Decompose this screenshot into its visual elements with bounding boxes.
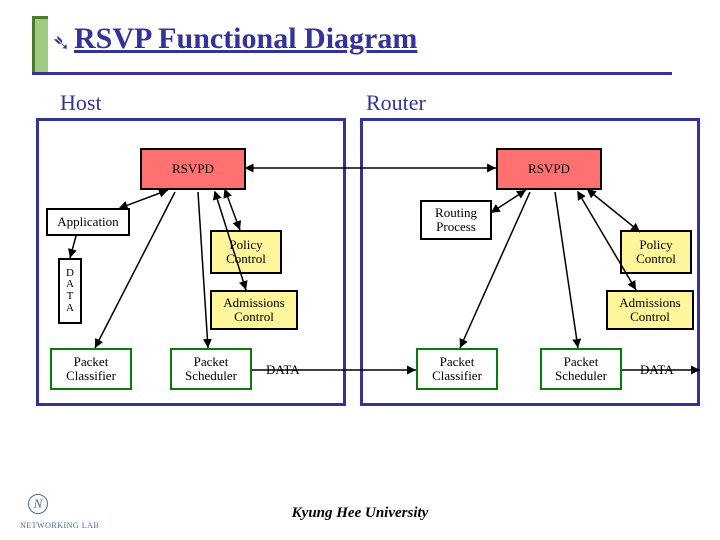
- router-data-label: DATA: [640, 362, 674, 378]
- bullet-arrow-icon: ➴: [52, 30, 70, 56]
- title-underline: [32, 72, 672, 75]
- page-title: RSVP Functional Diagram: [74, 22, 417, 56]
- data-t: T: [67, 291, 74, 303]
- data-column-box: D A T A: [58, 258, 82, 324]
- router-policy-box: Policy Control: [620, 230, 692, 274]
- routing-process-box: Routing Process: [420, 200, 492, 240]
- data-a2: A: [66, 303, 74, 315]
- router-packet-classifier-box: Packet Classifier: [416, 348, 498, 390]
- router-rsvpd-box: RSVPD: [496, 148, 602, 190]
- title-ornament: [32, 16, 48, 72]
- host-label: Host: [60, 90, 102, 116]
- host-admissions-box: Admissions Control: [210, 290, 298, 330]
- application-box: Application: [46, 208, 130, 236]
- host-packet-scheduler-box: Packet Scheduler: [170, 348, 252, 390]
- router-packet-scheduler-box: Packet Scheduler: [540, 348, 622, 390]
- host-policy-box: Policy Control: [210, 230, 282, 274]
- lab-label: NETWORKING LAB: [20, 521, 99, 530]
- host-packet-classifier-box: Packet Classifier: [50, 348, 132, 390]
- router-label: Router: [366, 90, 426, 116]
- host-rsvpd-box: RSVPD: [140, 148, 246, 190]
- host-data-label: DATA: [266, 362, 300, 378]
- footer-university: Kyung Hee University: [0, 505, 720, 522]
- slide: ➴ RSVP Functional Diagram Host Router RS…: [0, 0, 720, 540]
- lab-logo-icon: N: [28, 494, 48, 514]
- router-admissions-box: Admissions Control: [606, 290, 694, 330]
